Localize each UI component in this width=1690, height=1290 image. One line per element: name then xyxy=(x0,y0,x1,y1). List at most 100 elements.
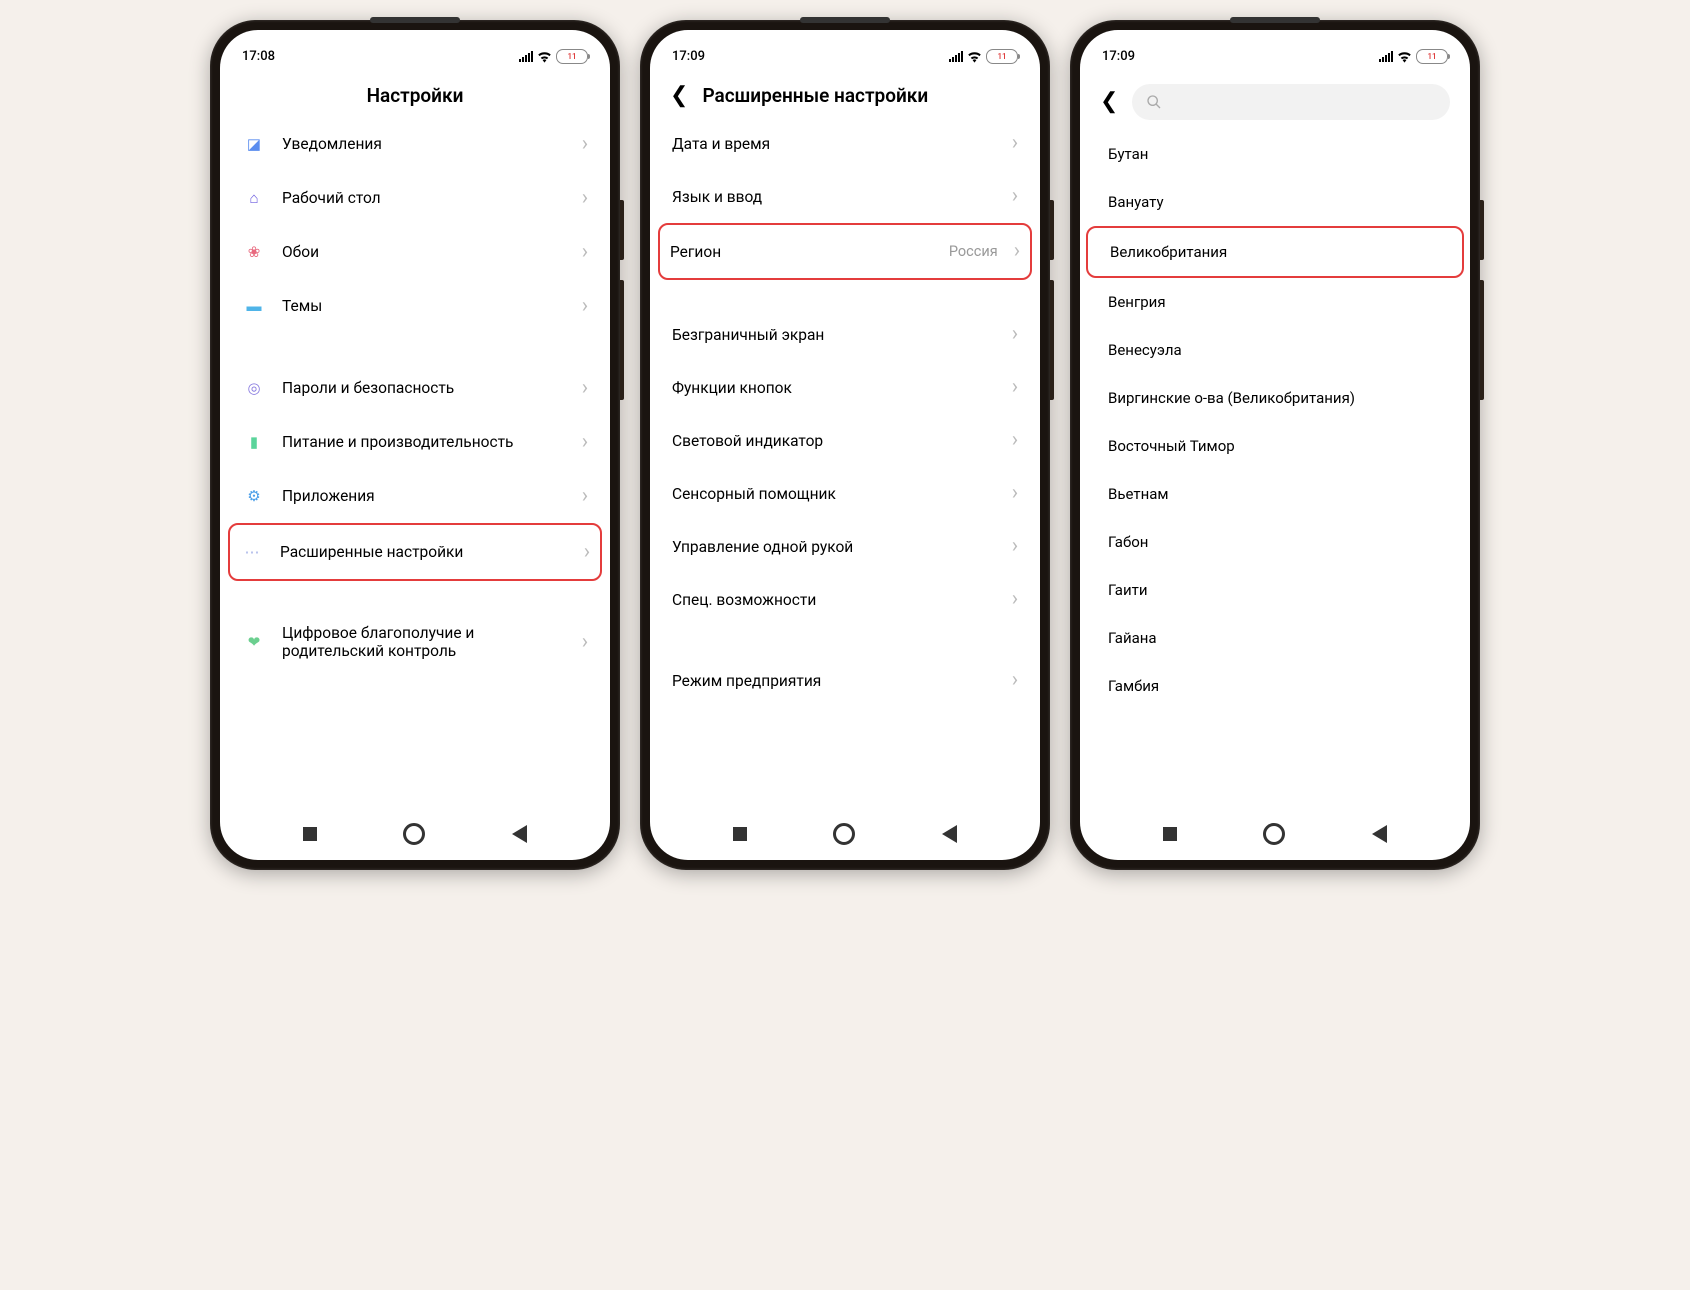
chevron-right-icon: › xyxy=(1012,186,1018,207)
country-item[interactable]: Великобритания xyxy=(1086,226,1464,278)
item-icon: ❤ xyxy=(242,630,266,654)
item-label: Цифровое благополучие и родительский кон… xyxy=(282,624,566,660)
status-bar: 17:09 11 xyxy=(650,30,1040,66)
settings-item[interactable]: ▬Темы› xyxy=(232,279,598,333)
settings-item[interactable]: Дата и время › xyxy=(662,117,1028,170)
settings-item[interactable]: Безграничный экран › xyxy=(662,308,1028,361)
back-button[interactable] xyxy=(1372,825,1387,843)
country-item[interactable]: Венгрия xyxy=(1080,278,1470,326)
chevron-right-icon: › xyxy=(582,242,588,263)
chevron-right-icon: › xyxy=(584,542,590,563)
recents-button[interactable] xyxy=(1163,827,1177,841)
page-title: Настройки xyxy=(240,84,590,107)
item-icon: ◎ xyxy=(242,376,266,400)
settings-item[interactable]: ❀Обои› xyxy=(232,225,598,279)
item-icon: ◪ xyxy=(242,132,266,156)
settings-item[interactable]: ◎Пароли и безопасность› xyxy=(232,361,598,415)
chevron-right-icon: › xyxy=(1012,430,1018,451)
country-item[interactable]: Восточный Тимор xyxy=(1080,422,1470,470)
status-bar: 17:09 11 xyxy=(1080,30,1470,66)
recents-button[interactable] xyxy=(733,827,747,841)
item-icon: ▬ xyxy=(242,294,266,318)
page-title: Расширенные настройки xyxy=(702,84,1020,107)
country-item[interactable]: Вьетнам xyxy=(1080,470,1470,518)
settings-item[interactable]: Регион Россия › xyxy=(658,223,1032,280)
chevron-right-icon: › xyxy=(1012,324,1018,345)
home-button[interactable] xyxy=(1263,823,1285,845)
back-button[interactable] xyxy=(942,825,957,843)
settings-item[interactable]: ⚙Приложения› xyxy=(232,469,598,523)
chevron-right-icon: › xyxy=(1012,483,1018,504)
chevron-right-icon: › xyxy=(582,296,588,317)
country-item[interactable]: Бутан xyxy=(1080,130,1470,178)
item-icon: ⚙ xyxy=(242,484,266,508)
country-item[interactable]: Гайана xyxy=(1080,614,1470,662)
item-icon: ⌂ xyxy=(242,186,266,210)
country-item[interactable]: Гаити xyxy=(1080,566,1470,614)
phone-settings: 17:08 11 Настройки ◪Уведомления› ⌂ Рабочий… xyxy=(210,20,620,870)
country-item[interactable]: Вануату xyxy=(1080,178,1470,226)
chevron-right-icon: › xyxy=(582,134,588,155)
status-bar: 17:08 11 xyxy=(220,30,610,66)
item-icon: ▮ xyxy=(242,430,266,454)
chevron-right-icon: › xyxy=(1012,133,1018,154)
clock: 17:09 xyxy=(672,49,705,64)
chevron-right-icon: › xyxy=(1012,670,1018,691)
back-button[interactable] xyxy=(512,825,527,843)
settings-item[interactable]: ◪Уведомления› xyxy=(232,117,598,171)
country-item[interactable]: Венесуэла xyxy=(1080,326,1470,374)
back-chevron-icon[interactable]: ❮ xyxy=(1100,91,1118,113)
settings-item[interactable]: Управление одной рукой › xyxy=(662,520,1028,573)
nav-bar xyxy=(1080,812,1470,860)
settings-item[interactable]: Спец. возможности › xyxy=(662,573,1028,626)
nav-bar xyxy=(650,812,1040,860)
chevron-right-icon: › xyxy=(1012,589,1018,610)
settings-item[interactable]: ⋯Расширенные настройки› xyxy=(228,523,602,581)
item-label: Управление одной рукой xyxy=(672,538,996,556)
chevron-right-icon: › xyxy=(1012,377,1018,398)
settings-item[interactable]: ▮ Питание и производительность › xyxy=(232,415,598,469)
back-chevron-icon[interactable]: ❮ xyxy=(670,85,688,107)
item-label: Питание и производительность xyxy=(282,433,566,451)
phone-region-picker: 17:09 11 ❮ БутанВануатуВеликобританияВен… xyxy=(1070,20,1480,870)
item-label: Спец. возможности xyxy=(672,591,996,609)
settings-item[interactable]: Язык и ввод › xyxy=(662,170,1028,223)
item-value: Россия xyxy=(949,243,998,260)
signal-icon xyxy=(519,51,533,62)
settings-item[interactable]: ❤ Цифровое благополучие и родительский ко… xyxy=(232,609,598,675)
country-item[interactable]: Виргинские о-ва (Великобритания) xyxy=(1080,374,1470,422)
chevron-right-icon: › xyxy=(582,486,588,507)
chevron-right-icon: › xyxy=(1012,536,1018,557)
item-label: Режим предприятия xyxy=(672,672,996,690)
chevron-right-icon: › xyxy=(582,432,588,453)
item-label: Регион xyxy=(670,243,933,261)
home-button[interactable] xyxy=(403,823,425,845)
item-label: Рабочий стол xyxy=(282,189,566,207)
item-label: Обои xyxy=(282,243,566,261)
settings-item[interactable]: ⌂ Рабочий стол › xyxy=(232,171,598,225)
recents-button[interactable] xyxy=(303,827,317,841)
chevron-right-icon: › xyxy=(582,632,588,653)
country-item[interactable]: Габон xyxy=(1080,518,1470,566)
item-label: Функции кнопок xyxy=(672,379,996,397)
item-label: Дата и время xyxy=(672,135,996,153)
nav-bar xyxy=(220,812,610,860)
item-label: Безграничный экран xyxy=(672,326,996,344)
item-label: Расширенные настройки xyxy=(280,543,568,561)
search-input[interactable] xyxy=(1132,84,1450,120)
settings-item[interactable]: Режим предприятия › xyxy=(662,654,1028,707)
settings-item[interactable]: Сенсорный помощник› xyxy=(662,467,1028,520)
country-item[interactable]: Гамбия xyxy=(1080,662,1470,710)
chevron-right-icon: › xyxy=(582,378,588,399)
chevron-right-icon: › xyxy=(1014,241,1020,262)
wifi-icon xyxy=(537,51,552,63)
signal-icon xyxy=(949,51,963,62)
item-label: Язык и ввод xyxy=(672,188,996,206)
chevron-right-icon: › xyxy=(582,188,588,209)
settings-item[interactable]: Функции кнопок › xyxy=(662,361,1028,414)
home-button[interactable] xyxy=(833,823,855,845)
wifi-icon xyxy=(967,51,982,63)
clock: 17:08 xyxy=(242,49,275,64)
item-label: Световой индикатор xyxy=(672,432,996,450)
settings-item[interactable]: Световой индикатор › xyxy=(662,414,1028,467)
